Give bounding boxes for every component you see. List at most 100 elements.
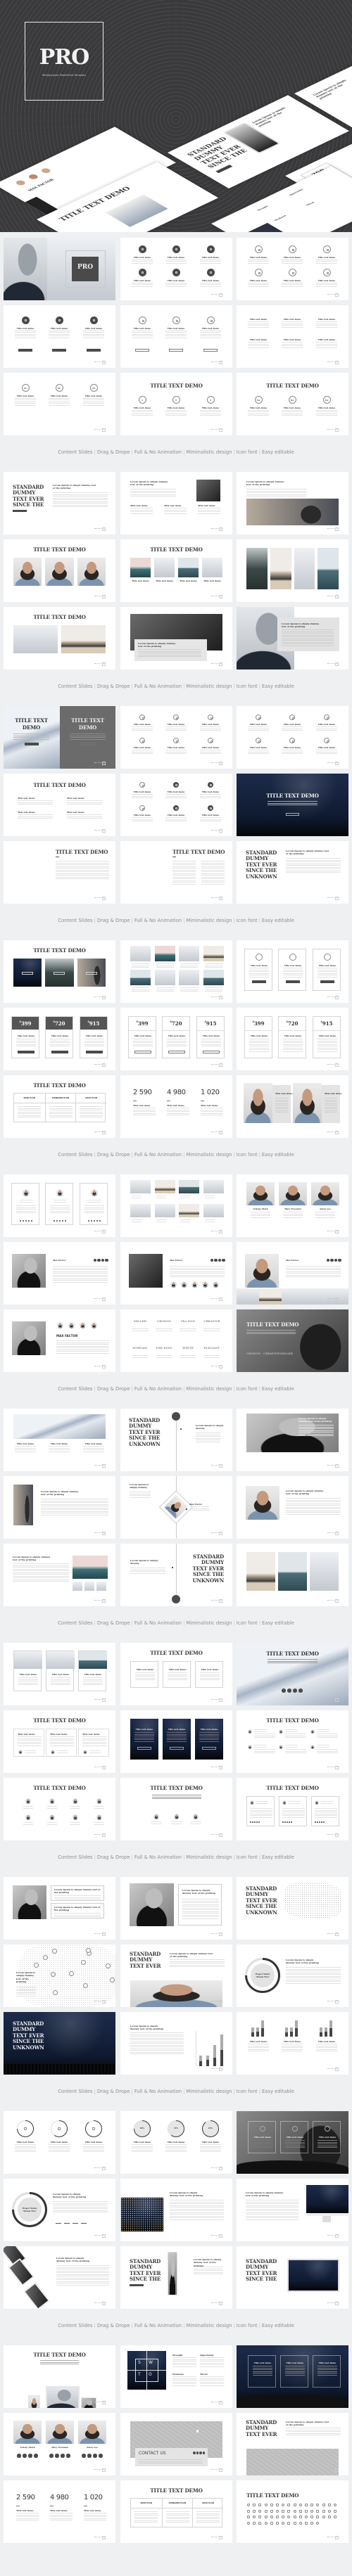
slide-mountain3[interactable]: Title text demo Title text demo Title text… <box>4 1409 115 1471</box>
slide-pricing[interactable]: $399 Title text demo $720 Title text demo $9… <box>237 1008 348 1070</box>
slide-pager[interactable] <box>327 1833 339 1837</box>
slide-icongrid[interactable]: TITLE TEXT DEMO <box>237 2480 348 2543</box>
slide-tphotos[interactable]: TITLE TEXT DEMO <box>4 940 115 1003</box>
slide-icons[interactable]: TITLE TEXT DEMO Yes Title text demo Yes Titl… <box>237 373 348 435</box>
read-more-button[interactable] <box>134 1051 151 1053</box>
slide-devices[interactable]: TITLE TEXT DEMO <box>4 2345 115 2408</box>
slide-icons[interactable]: Title text demo Title text demo Title text… <box>4 305 115 368</box>
slide-numbers[interactable]: 2 590 Title text demo 4 980 Title text demo… <box>120 1075 232 1138</box>
slide-contact[interactable]: CONTACT US <box>120 2413 232 2475</box>
slide-pager[interactable] <box>327 2234 339 2238</box>
slide-profile[interactable]: Max Factor <box>4 1242 115 1305</box>
slide-pager[interactable] <box>94 595 106 598</box>
slide-chart[interactable]: Lorem Ipsum is simply dummy text of the … <box>120 2012 232 2075</box>
slide-pager[interactable] <box>94 1599 106 1603</box>
slide-people[interactable]: TITLE TEXT DEMO <box>4 1778 115 1840</box>
read-more-button[interactable] <box>25 743 39 745</box>
slide-pager[interactable] <box>211 662 222 666</box>
slide-portraits[interactable]: Antony Stark Mary Freeman Aaray Lee <box>4 2413 115 2475</box>
slide-duo[interactable]: Title text demo Title text demo <box>237 1075 348 1138</box>
slide-people[interactable]: TITLE TEXT DEMO <box>237 1710 348 1773</box>
slide-pager[interactable] <box>94 2302 106 2305</box>
read-more-button[interactable] <box>135 349 149 352</box>
slide-profile[interactable]: Max Factor <box>237 1242 348 1305</box>
read-more-button[interactable] <box>130 2283 144 2287</box>
slide-pager[interactable] <box>211 996 222 999</box>
slide-textgrid[interactable]: Title text demo Title text demo Title text… <box>237 305 348 368</box>
slide-pager[interactable] <box>327 293 339 297</box>
read-more-button[interactable] <box>286 813 299 816</box>
slide-pager[interactable] <box>211 897 222 900</box>
slide-pager[interactable] <box>94 996 106 999</box>
slide-hphoto[interactable]: Lorem Ipsum is simply dummy text of the … <box>120 472 232 534</box>
slide-pager[interactable] <box>94 527 106 531</box>
slide-pager[interactable] <box>327 1532 339 1535</box>
slide-icons[interactable]: Title text demo Title text demo Title text… <box>120 238 232 300</box>
slide-hphoto[interactable]: Lorem Ipsum is simply dummy text of the … <box>4 1544 115 1606</box>
slide-pager[interactable] <box>327 1698 339 1702</box>
slide-pager[interactable] <box>327 897 339 900</box>
slide-pager[interactable] <box>327 2536 339 2539</box>
slide-hphoto[interactable]: Lorem Ipsum is simply dummy text of the … <box>4 1476 115 1539</box>
slide-pager[interactable] <box>94 2536 106 2539</box>
slide-pager[interactable] <box>327 2468 339 2472</box>
slide-pager[interactable] <box>211 595 222 598</box>
slide-device[interactable]: Lorem Ipsum is simply dummy text of the … <box>237 2179 348 2241</box>
slide-pager[interactable] <box>94 2234 106 2238</box>
slide-photos[interactable] <box>237 539 348 602</box>
slide-bigtext[interactable]: STANDARD DUMMY TEXT EVER Lorem Ipsum is sim… <box>120 1944 232 2007</box>
slide-pager[interactable] <box>94 1297 106 1301</box>
slide-ptitle[interactable]: TITLE TEXT DEMO <box>237 1643 348 1705</box>
slide-tright[interactable]: TITLE TEXT DEMO <box>120 841 232 904</box>
slide-pager[interactable] <box>94 428 106 432</box>
read-more-button[interactable] <box>168 1051 185 1053</box>
slide-hphoto[interactable]: Lorem Ipsum is simply dummy text of the … <box>237 472 348 534</box>
slide-pager[interactable] <box>211 2401 222 2404</box>
slide-plans[interactable]: TITLE TEXT DEMO BASE PLAN STANDARD PLAN GOL… <box>4 1075 115 1138</box>
slide-pcards3[interactable]: Title text demo Title text demo Title text… <box>4 1643 115 1705</box>
slide-progress[interactable]: 60% Title text demo 72% Title text demo 94% T… <box>120 2111 232 2174</box>
slide-pager[interactable] <box>211 2068 222 2071</box>
slide-progress[interactable]: Title text demo Title text demo Title text… <box>4 2111 115 2174</box>
slide-pager[interactable] <box>94 1698 106 1702</box>
slide-pager[interactable] <box>94 361 106 364</box>
slide-worldmap[interactable]: Lorem Ipsum is simply dummy text of the … <box>4 1944 115 2007</box>
slide-pager[interactable] <box>211 2167 222 2170</box>
slide-icons[interactable]: Title text demo Title text demo Title text… <box>237 238 348 300</box>
slide-pager[interactable] <box>211 1698 222 1702</box>
slide-tphotos[interactable]: TITLE TEXT DEMO <box>4 539 115 602</box>
slide-testi[interactable]: TITLE TEXT DEMO Title text demo Title text… <box>4 1710 115 1773</box>
read-more-button[interactable] <box>18 1051 34 1053</box>
slide-tright[interactable]: TITLE TEXT DEMO <box>4 841 115 904</box>
slide-photos[interactable] <box>237 1544 348 1606</box>
slide-testi[interactable]: TITLE TEXT DEMO <box>237 1778 348 1840</box>
slide-pager[interactable] <box>94 1766 106 1769</box>
read-more-button[interactable] <box>203 1051 220 1053</box>
slide-pager[interactable] <box>327 1063 339 1067</box>
slide-darkcards[interactable]: Title text demo Title text demo Title text… <box>120 1710 232 1773</box>
slide-split[interactable]: TITLE TEXT DEMO TITLE TEXT DEMO <box>4 706 115 769</box>
slide-pricing[interactable]: $399 Title text demo $720 Title text demo $9… <box>4 1008 115 1070</box>
slide-pager[interactable] <box>327 1599 339 1603</box>
slide-cover[interactable]: PRO <box>4 238 115 300</box>
read-more-button[interactable] <box>169 349 183 352</box>
slide-icons[interactable]: Title text demo Title text demo Title text… <box>120 706 232 769</box>
slide-pager[interactable] <box>327 1766 339 1769</box>
slide-pager[interactable] <box>327 662 339 666</box>
slide-pager[interactable] <box>211 2468 222 2472</box>
slide-plans[interactable]: TITLE TEXT DEMO BASE PLAN STANDARD PLAN GOL… <box>120 2480 232 2543</box>
slide-pager[interactable] <box>211 2234 222 2238</box>
slide-pager[interactable] <box>327 1297 339 1301</box>
slide-darkcards[interactable]: Title text demo Title text demo Title text… <box>237 2345 348 2408</box>
slide-ptitle[interactable]: TITLE TEXT DEMO <box>237 774 348 836</box>
slide-photos8[interactable] <box>120 940 232 1003</box>
read-more-button[interactable] <box>54 972 65 975</box>
slide-hphoto[interactable]: Lorem Ipsum is simply dummy text of the … <box>237 1409 348 1471</box>
slide-pager[interactable] <box>211 1131 222 1134</box>
read-more-button[interactable] <box>320 980 334 983</box>
slide-hphoto[interactable]: Lorem Ipsum is simply dummy text of the … <box>120 1877 232 1940</box>
slide-pager[interactable] <box>94 1833 106 1837</box>
read-more-button[interactable] <box>137 1747 151 1750</box>
read-more-button[interactable] <box>170 1747 184 1750</box>
slide-pager[interactable] <box>211 527 222 531</box>
